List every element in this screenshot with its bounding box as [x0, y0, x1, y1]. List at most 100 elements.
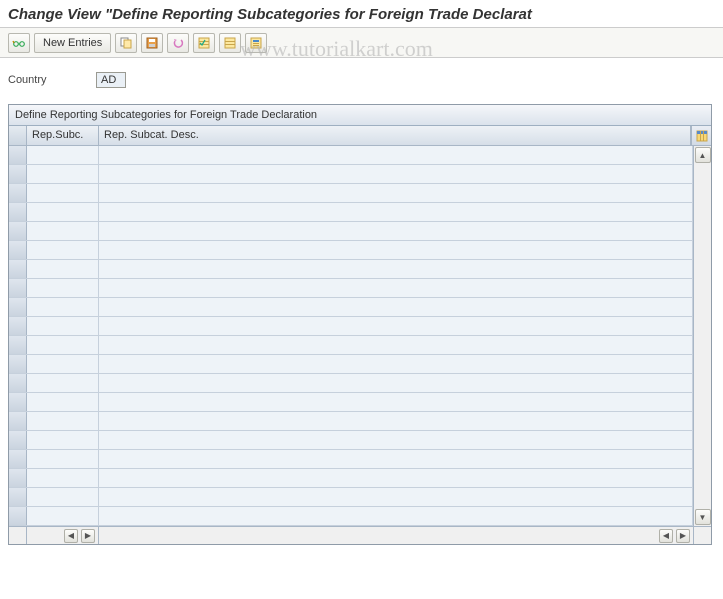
cell-desc[interactable]	[99, 298, 693, 316]
table-row[interactable]	[9, 298, 693, 317]
row-selector[interactable]	[9, 298, 27, 316]
cell-desc[interactable]	[99, 374, 693, 392]
cell-subc[interactable]	[27, 393, 99, 411]
table-row[interactable]	[9, 260, 693, 279]
scroll-right-button[interactable]: ▶	[81, 529, 95, 543]
cell-desc[interactable]	[99, 146, 693, 164]
cell-desc[interactable]	[99, 241, 693, 259]
table-row[interactable]	[9, 488, 693, 507]
column-header-desc[interactable]: Rep. Subcat. Desc.	[99, 126, 691, 145]
cell-desc[interactable]	[99, 203, 693, 221]
row-selector[interactable]	[9, 260, 27, 278]
table-row[interactable]	[9, 165, 693, 184]
cell-subc[interactable]	[27, 450, 99, 468]
cell-subc[interactable]	[27, 488, 99, 506]
cell-subc[interactable]	[27, 374, 99, 392]
new-entries-button[interactable]: New Entries	[34, 33, 111, 53]
table-row[interactable]	[9, 203, 693, 222]
column-header-subc[interactable]: Rep.Subc.	[27, 126, 99, 145]
country-input[interactable]	[96, 72, 126, 88]
row-selector[interactable]	[9, 222, 27, 240]
cell-subc[interactable]	[27, 146, 99, 164]
row-selector[interactable]	[9, 165, 27, 183]
cell-desc[interactable]	[99, 469, 693, 487]
row-selector[interactable]	[9, 469, 27, 487]
table-row[interactable]	[9, 317, 693, 336]
row-selector[interactable]	[9, 431, 27, 449]
cell-desc[interactable]	[99, 165, 693, 183]
row-selector[interactable]	[9, 279, 27, 297]
row-selector[interactable]	[9, 374, 27, 392]
cell-desc[interactable]	[99, 184, 693, 202]
table-row[interactable]	[9, 450, 693, 469]
row-selector[interactable]	[9, 184, 27, 202]
cell-subc[interactable]	[27, 469, 99, 487]
save-button[interactable]	[141, 33, 163, 53]
cell-subc[interactable]	[27, 241, 99, 259]
cell-subc[interactable]	[27, 431, 99, 449]
row-selector[interactable]	[9, 355, 27, 373]
table-row[interactable]	[9, 374, 693, 393]
table-row[interactable]	[9, 336, 693, 355]
cell-subc[interactable]	[27, 317, 99, 335]
cell-desc[interactable]	[99, 450, 693, 468]
table-row[interactable]	[9, 431, 693, 450]
row-selector[interactable]	[9, 488, 27, 506]
cell-subc[interactable]	[27, 279, 99, 297]
table-row[interactable]	[9, 355, 693, 374]
scroll-left-end-button[interactable]: ◀	[659, 529, 673, 543]
select-all-column-header[interactable]	[9, 126, 27, 145]
row-selector[interactable]	[9, 241, 27, 259]
row-selector[interactable]	[9, 393, 27, 411]
table-row[interactable]	[9, 279, 693, 298]
row-selector[interactable]	[9, 203, 27, 221]
delete-button[interactable]	[245, 33, 267, 53]
row-selector[interactable]	[9, 507, 27, 525]
row-selector[interactable]	[9, 412, 27, 430]
cell-subc[interactable]	[27, 298, 99, 316]
cell-desc[interactable]	[99, 260, 693, 278]
cell-desc[interactable]	[99, 507, 693, 525]
table-row[interactable]	[9, 146, 693, 165]
cell-desc[interactable]	[99, 355, 693, 373]
toggle-button[interactable]	[8, 33, 30, 53]
vertical-scrollbar[interactable]: ▲ ▼	[693, 146, 711, 526]
cell-desc[interactable]	[99, 336, 693, 354]
cell-desc[interactable]	[99, 222, 693, 240]
row-selector[interactable]	[9, 450, 27, 468]
cell-desc[interactable]	[99, 393, 693, 411]
cell-desc[interactable]	[99, 431, 693, 449]
table-row[interactable]	[9, 184, 693, 203]
table-row[interactable]	[9, 241, 693, 260]
cell-subc[interactable]	[27, 222, 99, 240]
hscroll-track[interactable]	[99, 527, 653, 544]
cell-subc[interactable]	[27, 507, 99, 525]
copy-button[interactable]	[115, 33, 137, 53]
table-row[interactable]	[9, 507, 693, 526]
table-row[interactable]	[9, 393, 693, 412]
scroll-left-button[interactable]: ◀	[64, 529, 78, 543]
cell-subc[interactable]	[27, 336, 99, 354]
cell-desc[interactable]	[99, 279, 693, 297]
cell-desc[interactable]	[99, 412, 693, 430]
undo-button[interactable]	[167, 33, 189, 53]
table-row[interactable]	[9, 469, 693, 488]
cell-desc[interactable]	[99, 488, 693, 506]
cell-desc[interactable]	[99, 317, 693, 335]
scroll-up-button[interactable]: ▲	[695, 147, 711, 163]
cell-subc[interactable]	[27, 412, 99, 430]
row-selector[interactable]	[9, 317, 27, 335]
table-row[interactable]	[9, 222, 693, 241]
scroll-right-end-button[interactable]: ▶	[676, 529, 690, 543]
scroll-down-button[interactable]: ▼	[695, 509, 711, 525]
select-all-button[interactable]	[193, 33, 215, 53]
cell-subc[interactable]	[27, 184, 99, 202]
deselect-all-button[interactable]	[219, 33, 241, 53]
cell-subc[interactable]	[27, 203, 99, 221]
cell-subc[interactable]	[27, 165, 99, 183]
cell-subc[interactable]	[27, 355, 99, 373]
row-selector[interactable]	[9, 336, 27, 354]
table-row[interactable]	[9, 412, 693, 431]
row-selector[interactable]	[9, 146, 27, 164]
cell-subc[interactable]	[27, 260, 99, 278]
